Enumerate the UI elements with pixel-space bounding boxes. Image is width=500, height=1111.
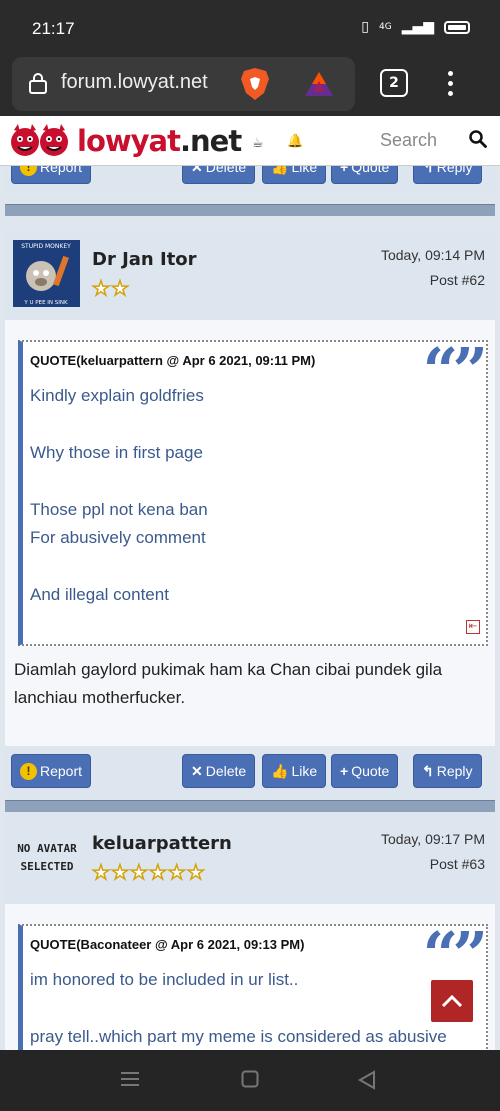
- bat-rewards-icon[interactable]: [304, 71, 334, 97]
- star-icon: ★: [110, 276, 129, 300]
- quote-line: pray tell..which part my meme is conside…: [30, 1027, 447, 1046]
- signal-icon: ▂▄▆: [401, 19, 434, 35]
- rank-stars: ★ ★: [91, 276, 129, 300]
- post-time: Today, 09:14 PM: [380, 247, 485, 263]
- x-icon: ✕: [191, 762, 203, 779]
- no-avatar-line: NO AVATAR: [17, 842, 77, 855]
- lock-icon: [29, 73, 47, 94]
- battery-icon: [444, 20, 470, 34]
- page-viewport[interactable]: lowyat.net ☕ 🔔 Search ! Report ✕ Delete 👍 L…: [0, 116, 500, 1050]
- search-input[interactable]: Search: [380, 130, 437, 151]
- bell-icon[interactable]: 🔔: [287, 134, 303, 149]
- quote-block: QUOTE(Baconateer @ Apr 6 2021, 09:13 PM)…: [18, 924, 488, 1050]
- post-separator: [5, 800, 495, 812]
- like-label: Like: [291, 763, 318, 779]
- tabs-button[interactable]: 2: [380, 69, 408, 97]
- system-nav-bar: [0, 1050, 500, 1111]
- report-button[interactable]: ! Report: [11, 754, 92, 788]
- address-bar[interactable]: forum.lowyat.net: [12, 57, 355, 111]
- star-icon: ★: [167, 860, 186, 884]
- recent-apps-icon[interactable]: [120, 1070, 140, 1088]
- post-time: Today, 09:17 PM: [380, 831, 485, 847]
- quote-line: Why those in first page: [30, 443, 203, 462]
- post-actions: ! Report ✕ Delete 👍 Like + Quote ↰ Reply: [5, 746, 495, 798]
- quote-line: Kindly explain goldfries: [30, 386, 204, 405]
- vibrate-icon: ▯: [361, 19, 369, 35]
- star-icon: ★: [91, 860, 110, 884]
- coffee-cup-icon[interactable]: ☕: [252, 136, 264, 151]
- like-button[interactable]: 👍 Like: [262, 754, 327, 788]
- reply-label: Reply: [436, 763, 473, 779]
- quote-block: QUOTE(keluarpattern @ Apr 6 2021, 09:11 …: [18, 340, 488, 646]
- search-icon[interactable]: [469, 130, 487, 148]
- post-separator: [5, 204, 495, 216]
- logo-suffix: .net: [180, 124, 242, 158]
- url-text[interactable]: forum.lowyat.net: [61, 71, 223, 94]
- view-quoted-post-icon[interactable]: ⇤: [466, 620, 480, 634]
- avatar-top-caption: STUPID MONKEY: [21, 243, 71, 250]
- post-body: QUOTE(keluarpattern @ Apr 6 2021, 09:11 …: [5, 320, 495, 746]
- star-icon: ★: [186, 860, 205, 884]
- back-icon[interactable]: [358, 1070, 376, 1090]
- quote-header: QUOTE(keluarpattern @ Apr 6 2021, 09:11 …: [30, 353, 316, 368]
- thumbs-up-icon: 👍: [271, 762, 289, 779]
- status-bar: 21:17 ▯ 4G ▂▄▆: [0, 0, 500, 52]
- quote-label: Quote: [351, 763, 390, 779]
- plus-icon: +: [340, 763, 349, 779]
- browser-toolbar: forum.lowyat.net 2: [0, 52, 500, 116]
- post-header: STUPID MONKEY Y U PEE IN SINK Dr Jan Ito…: [5, 230, 495, 320]
- report-label: Report: [40, 763, 83, 779]
- brave-shield-icon[interactable]: [240, 67, 270, 101]
- overflow-menu-icon[interactable]: [440, 68, 460, 100]
- delete-label: Delete: [205, 763, 247, 779]
- post-number-link[interactable]: Post #63: [430, 856, 485, 872]
- avatar[interactable]: STUPID MONKEY Y U PEE IN SINK: [13, 240, 80, 307]
- reply-button[interactable]: ↰ Reply: [413, 754, 482, 788]
- exclamation-icon: !: [20, 762, 37, 780]
- scroll-to-top-button[interactable]: [431, 980, 473, 1022]
- reply-arrow-icon: ↰: [422, 762, 434, 779]
- no-avatar-placeholder: NO AVATAR SELECTED: [15, 840, 79, 876]
- quote-mark-icon: “”: [422, 918, 488, 991]
- quote-line: Those ppl not kena ban: [30, 500, 208, 519]
- poster-name[interactable]: Dr Jan Itor: [92, 249, 197, 270]
- post-message: Diamlah gaylord pukimak ham ka Chan ciba…: [14, 660, 443, 707]
- status-time: 21:17: [32, 19, 75, 38]
- star-icon: ★: [148, 860, 167, 884]
- quote-button[interactable]: + Quote: [331, 754, 399, 788]
- star-icon: ★: [129, 860, 148, 884]
- star-icon: ★: [110, 860, 129, 884]
- home-icon[interactable]: [241, 1070, 259, 1088]
- post-number-link[interactable]: Post #62: [430, 272, 485, 288]
- quote-header: QUOTE(Baconateer @ Apr 6 2021, 09:13 PM): [30, 937, 305, 952]
- network-label: 4G: [378, 22, 392, 32]
- status-icons: ▯ 4G ▂▄▆: [361, 19, 470, 35]
- quote-mark-icon: “”: [422, 334, 488, 407]
- logo-word: lowyat: [77, 124, 181, 158]
- avatar-bottom-caption: Y U PEE IN SINK: [23, 300, 68, 306]
- poster-name[interactable]: keluarpattern: [92, 833, 232, 854]
- rank-stars: ★ ★ ★ ★ ★ ★: [91, 860, 205, 884]
- quote-line: im honored to be included in ur list..: [30, 970, 299, 989]
- forum-header: lowyat.net ☕ 🔔 Search: [0, 116, 500, 166]
- post-body: QUOTE(Baconateer @ Apr 6 2021, 09:13 PM)…: [5, 904, 495, 1050]
- no-avatar-line: SELECTED: [20, 860, 74, 873]
- site-logo-text[interactable]: lowyat.net: [77, 124, 242, 158]
- delete-button[interactable]: ✕ Delete: [182, 754, 256, 788]
- chevron-up-icon: [441, 994, 463, 1008]
- quote-line: For abusively comment: [30, 528, 206, 547]
- quote-line: And illegal content: [30, 585, 169, 604]
- lowyat-devils-logo[interactable]: [10, 123, 72, 159]
- post-header: NO AVATAR SELECTED keluarpattern ★ ★ ★ ★ ★ ★ …: [5, 814, 495, 904]
- star-icon: ★: [91, 276, 110, 300]
